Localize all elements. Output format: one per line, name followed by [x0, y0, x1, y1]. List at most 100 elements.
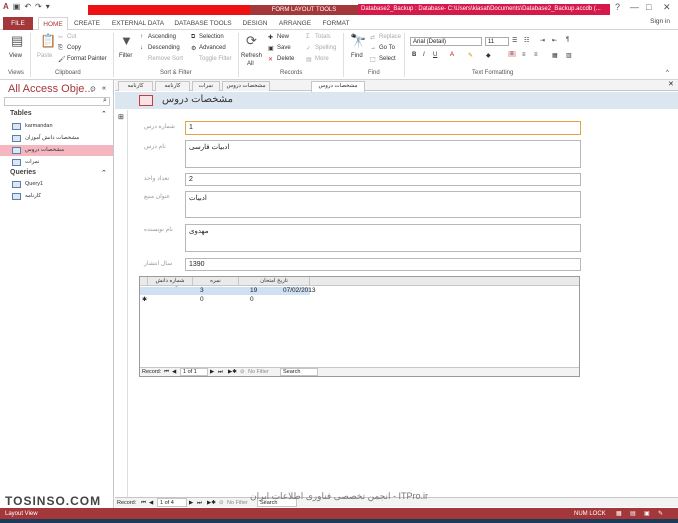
nav-search-input[interactable]: [4, 97, 110, 106]
sign-in-link[interactable]: Sign in: [650, 18, 670, 25]
totals-button[interactable]: Totals: [315, 34, 331, 40]
ltr-icon[interactable]: ¶: [566, 37, 569, 43]
author-name-field[interactable]: مهدوی: [185, 224, 581, 252]
redo-icon[interactable]: ↷: [35, 2, 42, 11]
tab-external-data[interactable]: EXTERNAL DATA: [108, 17, 168, 30]
spelling-icon[interactable]: ✓: [306, 45, 311, 52]
tab-file[interactable]: FILE: [3, 17, 33, 30]
view-button[interactable]: View: [9, 53, 22, 59]
collapse-ribbon-icon[interactable]: ^: [666, 70, 669, 76]
doc-tab[interactable]: کارنامه: [155, 81, 190, 91]
more-icon[interactable]: ▤: [306, 56, 312, 63]
save-record-icon[interactable]: ▣: [268, 45, 274, 52]
cut-button[interactable]: Cut: [67, 34, 76, 40]
highlight-icon[interactable]: ✎: [468, 52, 473, 59]
refresh-icon[interactable]: ⟳: [246, 33, 257, 49]
alternate-row-color-icon[interactable]: ▥: [566, 52, 572, 59]
filter-button[interactable]: Filter: [119, 53, 132, 59]
undo-icon[interactable]: ↶: [24, 2, 31, 11]
new-record-button[interactable]: New: [277, 34, 289, 40]
column-header[interactable]: تاریخ امتحان: [238, 277, 310, 286]
italic-icon[interactable]: I: [423, 52, 425, 58]
paste-button[interactable]: Paste: [37, 53, 52, 59]
tab-design[interactable]: DESIGN: [238, 17, 272, 30]
first-record-icon[interactable]: ⏮: [164, 368, 169, 377]
refresh-all-label[interactable]: All: [247, 61, 254, 67]
help-button[interactable]: ?: [615, 2, 620, 12]
collapse-icon[interactable]: ⌃: [101, 110, 107, 118]
totals-icon[interactable]: Σ: [306, 34, 310, 40]
course-number-field[interactable]: 1: [185, 121, 581, 135]
nav-query-item[interactable]: کارنامه: [0, 191, 113, 202]
align-center-icon[interactable]: ≡: [522, 52, 526, 58]
first-record-icon[interactable]: ⏮: [141, 498, 146, 508]
student-cell[interactable]: 0: [200, 296, 204, 304]
next-record-icon[interactable]: ▶: [189, 498, 193, 508]
subform-search-input[interactable]: Search: [280, 368, 318, 376]
score-cell[interactable]: 19: [250, 287, 257, 295]
course-name-field[interactable]: ادبیات فارسی: [185, 140, 581, 168]
record-position-input[interactable]: 1 of 4: [157, 498, 187, 507]
replace-button[interactable]: Replace: [379, 34, 401, 40]
delete-icon[interactable]: ✕: [268, 56, 273, 63]
save-record-button[interactable]: Save: [277, 45, 291, 51]
doc-tab[interactable]: مشخصات دروس: [222, 81, 270, 91]
next-record-icon[interactable]: ▶: [210, 368, 214, 377]
column-header[interactable]: نمره: [192, 277, 238, 286]
nav-table-item[interactable]: نمرات: [0, 157, 113, 168]
tab-create[interactable]: CREATE: [72, 17, 102, 30]
find-button[interactable]: Find: [351, 53, 363, 59]
no-filter-button[interactable]: No Filter: [227, 498, 248, 508]
date-cell[interactable]: 07/02/2013: [283, 287, 316, 295]
align-right-icon[interactable]: ≡: [534, 52, 538, 58]
minimize-button[interactable]: —: [630, 2, 639, 12]
gridlines-icon[interactable]: ▦: [552, 52, 558, 59]
maximize-button[interactable]: □: [646, 2, 651, 12]
column-header[interactable]: شماره دانش آموزی: [147, 277, 192, 293]
remove-sort-button[interactable]: Remove Sort: [148, 56, 183, 62]
tab-home[interactable]: HOME: [38, 17, 68, 30]
font-name-select[interactable]: Arial (Detail): [410, 37, 482, 46]
underline-icon[interactable]: U: [433, 52, 437, 58]
outdent-icon[interactable]: ⇤: [552, 37, 557, 44]
collapse-icon[interactable]: ⌃: [101, 169, 107, 177]
subform-row[interactable]: 3 19 07/02/2013: [140, 287, 316, 295]
refresh-button[interactable]: Refresh: [241, 53, 262, 59]
nav-table-item[interactable]: مشخصات دانش آموزان: [0, 133, 113, 144]
layout-selector-icon[interactable]: ⊞: [118, 113, 124, 121]
publish-year-field[interactable]: 1390: [185, 258, 581, 271]
nav-table-item-selected[interactable]: مشخصات دروس: [0, 145, 113, 156]
tab-database-tools[interactable]: DATABASE TOOLS: [172, 17, 234, 30]
nav-query-item[interactable]: Query1: [0, 179, 113, 190]
advanced-icon[interactable]: ⚙: [191, 45, 196, 52]
ascending-icon[interactable]: ↑: [140, 34, 143, 40]
ascending-button[interactable]: Ascending: [148, 34, 176, 40]
record-position-input[interactable]: 1 of 1: [180, 368, 208, 376]
align-left-icon[interactable]: ≡: [508, 51, 516, 57]
replace-icon[interactable]: ⇄: [370, 34, 375, 41]
goto-button[interactable]: Go To: [379, 45, 395, 51]
subform-new-row[interactable]: ✱ 0 0: [140, 296, 310, 304]
bold-icon[interactable]: B: [412, 52, 416, 58]
binoculars-icon[interactable]: 🔭: [350, 33, 366, 49]
last-record-icon[interactable]: ⏭: [218, 368, 223, 377]
advanced-button[interactable]: Advanced: [199, 45, 226, 51]
format-painter-button[interactable]: Format Painter: [67, 56, 107, 62]
paste-icon[interactable]: 📋: [40, 33, 56, 49]
doc-tab[interactable]: نمرات: [192, 81, 220, 91]
more-button[interactable]: More: [315, 56, 329, 62]
last-record-icon[interactable]: ⏭: [197, 498, 202, 508]
no-filter-button[interactable]: No Filter: [248, 368, 269, 377]
selection-icon[interactable]: ⧉: [191, 34, 195, 41]
selection-button[interactable]: Selection: [199, 34, 224, 40]
record-selector[interactable]: ⊞: [115, 110, 128, 500]
font-color-icon[interactable]: A: [450, 52, 454, 58]
tab-arrange[interactable]: ARRANGE: [276, 17, 314, 30]
view-icon[interactable]: ▤: [11, 33, 23, 49]
copy-button[interactable]: Copy: [67, 45, 81, 51]
bullets-icon[interactable]: ☰: [512, 37, 517, 44]
shutter-bar-icon[interactable]: «: [102, 85, 106, 92]
prev-record-icon[interactable]: ◀: [172, 368, 176, 377]
toggle-filter-button[interactable]: Toggle Filter: [199, 56, 232, 62]
customize-qat-icon[interactable]: ▾: [46, 2, 50, 11]
